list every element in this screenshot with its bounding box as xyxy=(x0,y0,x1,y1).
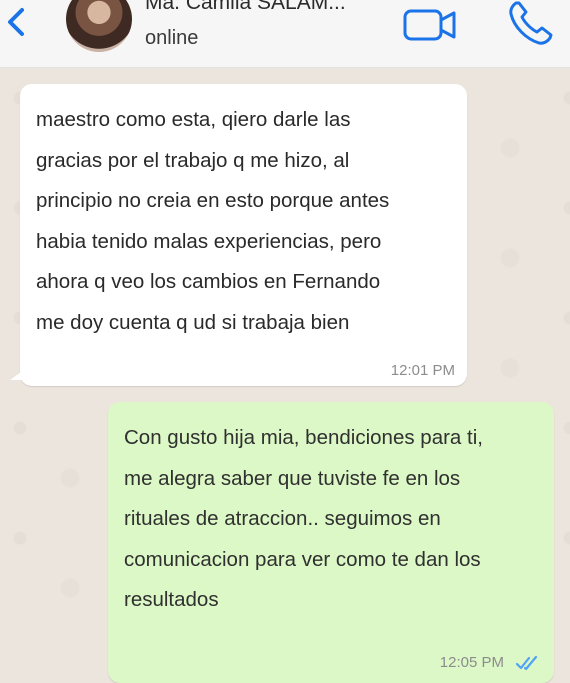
contact-name[interactable]: Ma. Camila SALAM... xyxy=(145,0,346,15)
message-list[interactable]: maestro como esta, qiero darle las graci… xyxy=(0,68,570,683)
back-button[interactable] xyxy=(4,2,28,42)
message-time: 12:05 PM xyxy=(439,654,504,671)
double-check-read-icon xyxy=(516,655,538,671)
voice-call-button[interactable] xyxy=(507,0,557,48)
message-time: 12:01 PM xyxy=(390,362,455,379)
video-call-button[interactable] xyxy=(402,5,458,45)
phone-icon xyxy=(509,1,553,45)
video-camera-icon xyxy=(403,9,456,41)
message-text: maestro como esta, qiero darle las graci… xyxy=(36,108,390,334)
message-text: Con gusto hija mia, bendiciones para ti,… xyxy=(124,426,483,611)
outgoing-message[interactable]: Con gusto hija mia, bendiciones para ti,… xyxy=(108,402,554,683)
chat-header: Ma. Camila SALAM... online xyxy=(0,0,570,68)
contact-avatar[interactable] xyxy=(66,0,132,52)
chevron-left-icon xyxy=(8,8,24,36)
incoming-message[interactable]: maestro como esta, qiero darle las graci… xyxy=(10,84,467,386)
contact-status: online xyxy=(145,27,199,49)
